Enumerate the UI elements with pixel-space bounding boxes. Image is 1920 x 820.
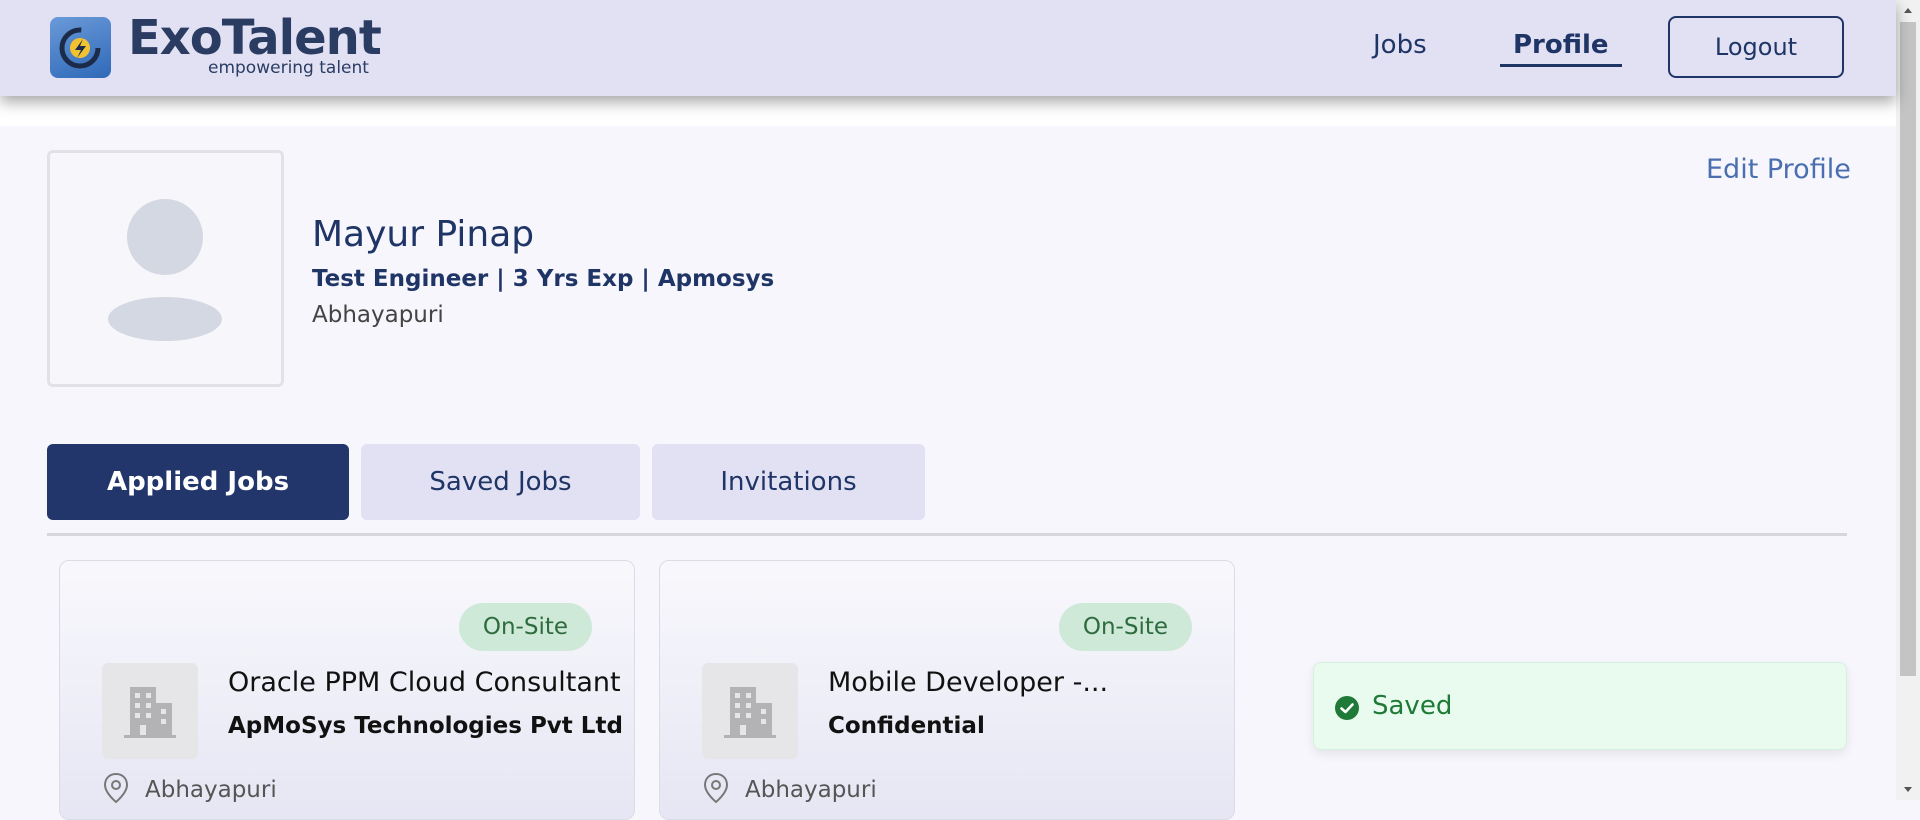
- tab-invitations[interactable]: Invitations: [652, 444, 925, 520]
- header-spacer: [0, 96, 1896, 126]
- work-mode-badge: On-Site: [1058, 603, 1192, 651]
- tab-applied-jobs[interactable]: Applied Jobs: [47, 444, 349, 520]
- work-mode-badge: On-Site: [458, 603, 592, 651]
- tab-saved-jobs[interactable]: Saved Jobs: [361, 444, 640, 520]
- top-navbar: ExoTalent empowering talent Jobs Profile…: [0, 0, 1896, 96]
- scrollbar-thumb[interactable]: [1900, 22, 1916, 676]
- job-location: Abhayapuri: [145, 777, 277, 803]
- building-icon: [102, 663, 198, 759]
- job-company: Confidential: [828, 713, 985, 739]
- edit-profile-link[interactable]: Edit Profile: [1706, 154, 1851, 185]
- profile-location: Abhayapuri: [312, 302, 444, 328]
- building-icon: [702, 663, 798, 759]
- scroll-up-icon[interactable]: [1901, 4, 1915, 18]
- job-title[interactable]: Oracle PPM Cloud Consultant: [228, 667, 621, 698]
- avatar: [47, 150, 284, 387]
- nav-jobs-link[interactable]: Jobs: [1373, 30, 1427, 60]
- job-company: ApMoSys Technologies Pvt Ltd: [228, 713, 623, 739]
- job-card[interactable]: On-Site Oracle PPM Cloud Consultant ApMo…: [59, 560, 635, 820]
- toast-message: Saved: [1372, 691, 1453, 721]
- scroll-down-icon[interactable]: [1901, 782, 1915, 796]
- exotalent-logo-icon[interactable]: [50, 17, 111, 78]
- profile-subtitle: Test Engineer | 3 Yrs Exp | Apmosys: [312, 266, 775, 292]
- logout-button[interactable]: Logout: [1668, 16, 1844, 78]
- saved-toast: Saved: [1313, 662, 1847, 750]
- profile-name: Mayur Pinap: [312, 214, 535, 255]
- job-title[interactable]: Mobile Developer -...: [828, 667, 1108, 698]
- nav-profile-link[interactable]: Profile: [1500, 30, 1622, 67]
- job-card[interactable]: On-Site Mobile Developer -... Confidenti…: [659, 560, 1235, 820]
- user-placeholder-icon: [108, 199, 222, 341]
- check-circle-icon: [1335, 696, 1359, 720]
- job-location: Abhayapuri: [745, 777, 877, 803]
- brand-tagline: empowering talent: [208, 58, 369, 78]
- tab-divider: [47, 533, 1847, 536]
